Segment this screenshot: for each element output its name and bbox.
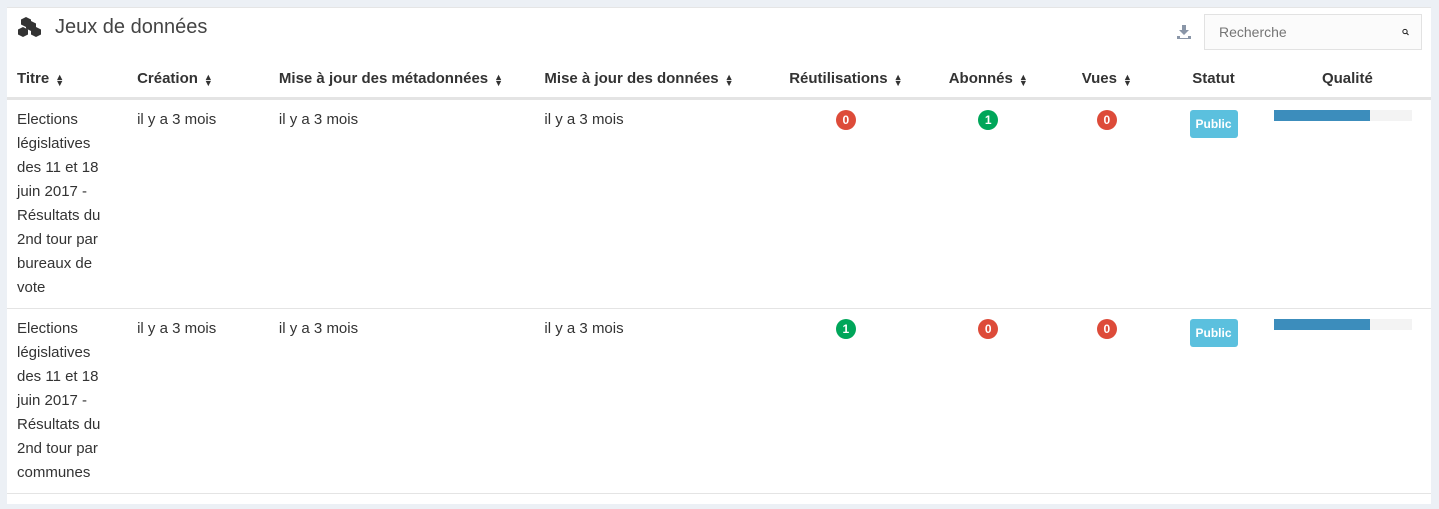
column-label: Réutilisations xyxy=(789,70,888,87)
views-count-badge: 0 xyxy=(1096,319,1117,339)
column-label: Titre xyxy=(17,70,50,87)
search-icon[interactable] xyxy=(1402,25,1409,39)
sort-icon[interactable]: ▲ ▼ xyxy=(204,73,213,88)
column-header: Qualité xyxy=(1263,64,1431,100)
quality-fill xyxy=(1273,319,1371,330)
sort-icon[interactable]: ▲ ▼ xyxy=(55,73,64,88)
search-input[interactable] xyxy=(1217,23,1402,41)
table-row[interactable]: Elections législatives des 11 et 18 juin… xyxy=(7,308,1431,494)
column-header[interactable]: Titre ▲ ▼ xyxy=(7,64,128,100)
reuses-count-badge: 1 xyxy=(835,319,856,339)
column-label: Abonnés xyxy=(948,70,1013,87)
quality-bar xyxy=(1273,319,1412,330)
column-header[interactable]: Vues ▲ ▼ xyxy=(1050,64,1164,100)
data-updated: il y a 3 mois xyxy=(534,98,766,309)
column-label: Statut xyxy=(1192,70,1235,87)
column-label: Mise à jour des métadonnées xyxy=(278,70,489,87)
datasets-panel: Jeux de données Titre▲▼Création▲▼Mise à … xyxy=(7,7,1431,504)
column-label: Vues xyxy=(1081,70,1117,87)
column-header: Statut xyxy=(1163,64,1264,100)
table-row[interactable]: Elections législatives des 11 et 18 juin… xyxy=(7,98,1431,309)
views-count-badge: 0 xyxy=(1096,110,1117,130)
metadata-updated: il y a 3 mois xyxy=(268,98,535,309)
followers-count-badge: 1 xyxy=(978,110,999,130)
created: il y a 3 mois xyxy=(127,98,269,309)
panel-title: Jeux de données xyxy=(55,16,208,38)
column-header[interactable]: Création ▲ ▼ xyxy=(127,64,269,100)
datasets-table: Titre ▲ ▼ Création ▲ ▼ Mise à jour des métadon… xyxy=(7,64,1431,494)
status-badge: Public xyxy=(1189,110,1238,138)
cubes-icon xyxy=(18,16,41,37)
column-label: Qualité xyxy=(1321,70,1373,87)
panel-header: Jeux de données xyxy=(17,16,207,39)
followers-count-badge: 0 xyxy=(978,319,999,339)
column-header[interactable]: Abonnés ▲ ▼ xyxy=(926,64,1051,100)
sort-icon[interactable]: ▲ ▼ xyxy=(1123,73,1132,88)
column-label: Création xyxy=(137,70,198,87)
search-box[interactable] xyxy=(1204,14,1422,50)
reuses-count-badge: 0 xyxy=(835,110,856,130)
sort-icon[interactable]: ▲ ▼ xyxy=(725,73,734,88)
sort-icon[interactable]: ▲ ▼ xyxy=(494,73,503,88)
status-badge: Public xyxy=(1189,319,1238,347)
sort-icon[interactable]: ▲ ▼ xyxy=(1019,73,1028,88)
column-header[interactable]: Mise à jour des métadonnées ▲ ▼ xyxy=(268,64,535,100)
column-header[interactable]: Mise à jour des données ▲ ▼ xyxy=(534,64,766,100)
download-icon[interactable] xyxy=(1176,24,1192,40)
quality-fill xyxy=(1273,110,1371,121)
column-header[interactable]: Réutilisations ▲ ▼ xyxy=(765,64,927,100)
sort-icon[interactable]: ▲ ▼ xyxy=(894,73,903,88)
quality-bar xyxy=(1273,110,1412,121)
dataset-title[interactable]: Elections législatives des 11 et 18 juin… xyxy=(7,98,128,309)
metadata-updated: il y a 3 mois xyxy=(268,308,535,494)
created: il y a 3 mois xyxy=(127,308,269,494)
data-updated: il y a 3 mois xyxy=(534,308,766,494)
dataset-title[interactable]: Elections législatives des 11 et 18 juin… xyxy=(7,308,128,494)
column-label: Mise à jour des données xyxy=(544,70,719,87)
